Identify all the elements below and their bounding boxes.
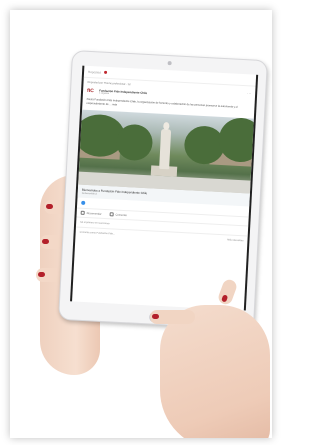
photo-frame: Reposted Reposted por Theme profesional … [10, 10, 272, 438]
reposted-text: Reposted por Theme profesional · 1d [87, 80, 131, 87]
fingernail [221, 294, 229, 303]
tablet-screen: Reposted Reposted por Theme profesional … [70, 65, 259, 311]
tablet: Reposted Reposted por Theme profesional … [58, 50, 268, 330]
notification-dot [103, 70, 107, 74]
comment-input[interactable]: Comenta como Fundación Fide... [80, 231, 115, 236]
right-finger [150, 310, 195, 324]
fingernail [38, 272, 45, 277]
more-options-icon[interactable]: ··· [247, 90, 251, 95]
camera-icon [167, 61, 172, 66]
topbar-label: Reposted [87, 69, 102, 75]
fingernail [152, 314, 159, 319]
comment-icon [109, 212, 114, 217]
tree [115, 123, 154, 162]
thumbs-up-icon [80, 210, 85, 216]
right-hand [160, 305, 270, 438]
fingernail [46, 204, 53, 209]
post-image[interactable] [73, 109, 259, 194]
monument [159, 129, 172, 170]
like-icon [81, 200, 86, 206]
comment-button[interactable]: Comentar [109, 212, 127, 217]
author-info: Fundación Fide Independiente Chile 1 seg… [99, 89, 147, 98]
comment-label: Comentar [115, 213, 127, 217]
recommend-label: Recomendar [86, 211, 102, 216]
comment-sort[interactable]: Más relevantes [227, 239, 243, 243]
recommend-button[interactable]: Recomendar [80, 210, 102, 216]
fingernail [42, 239, 49, 244]
company-logo[interactable]: fIC [87, 87, 99, 96]
